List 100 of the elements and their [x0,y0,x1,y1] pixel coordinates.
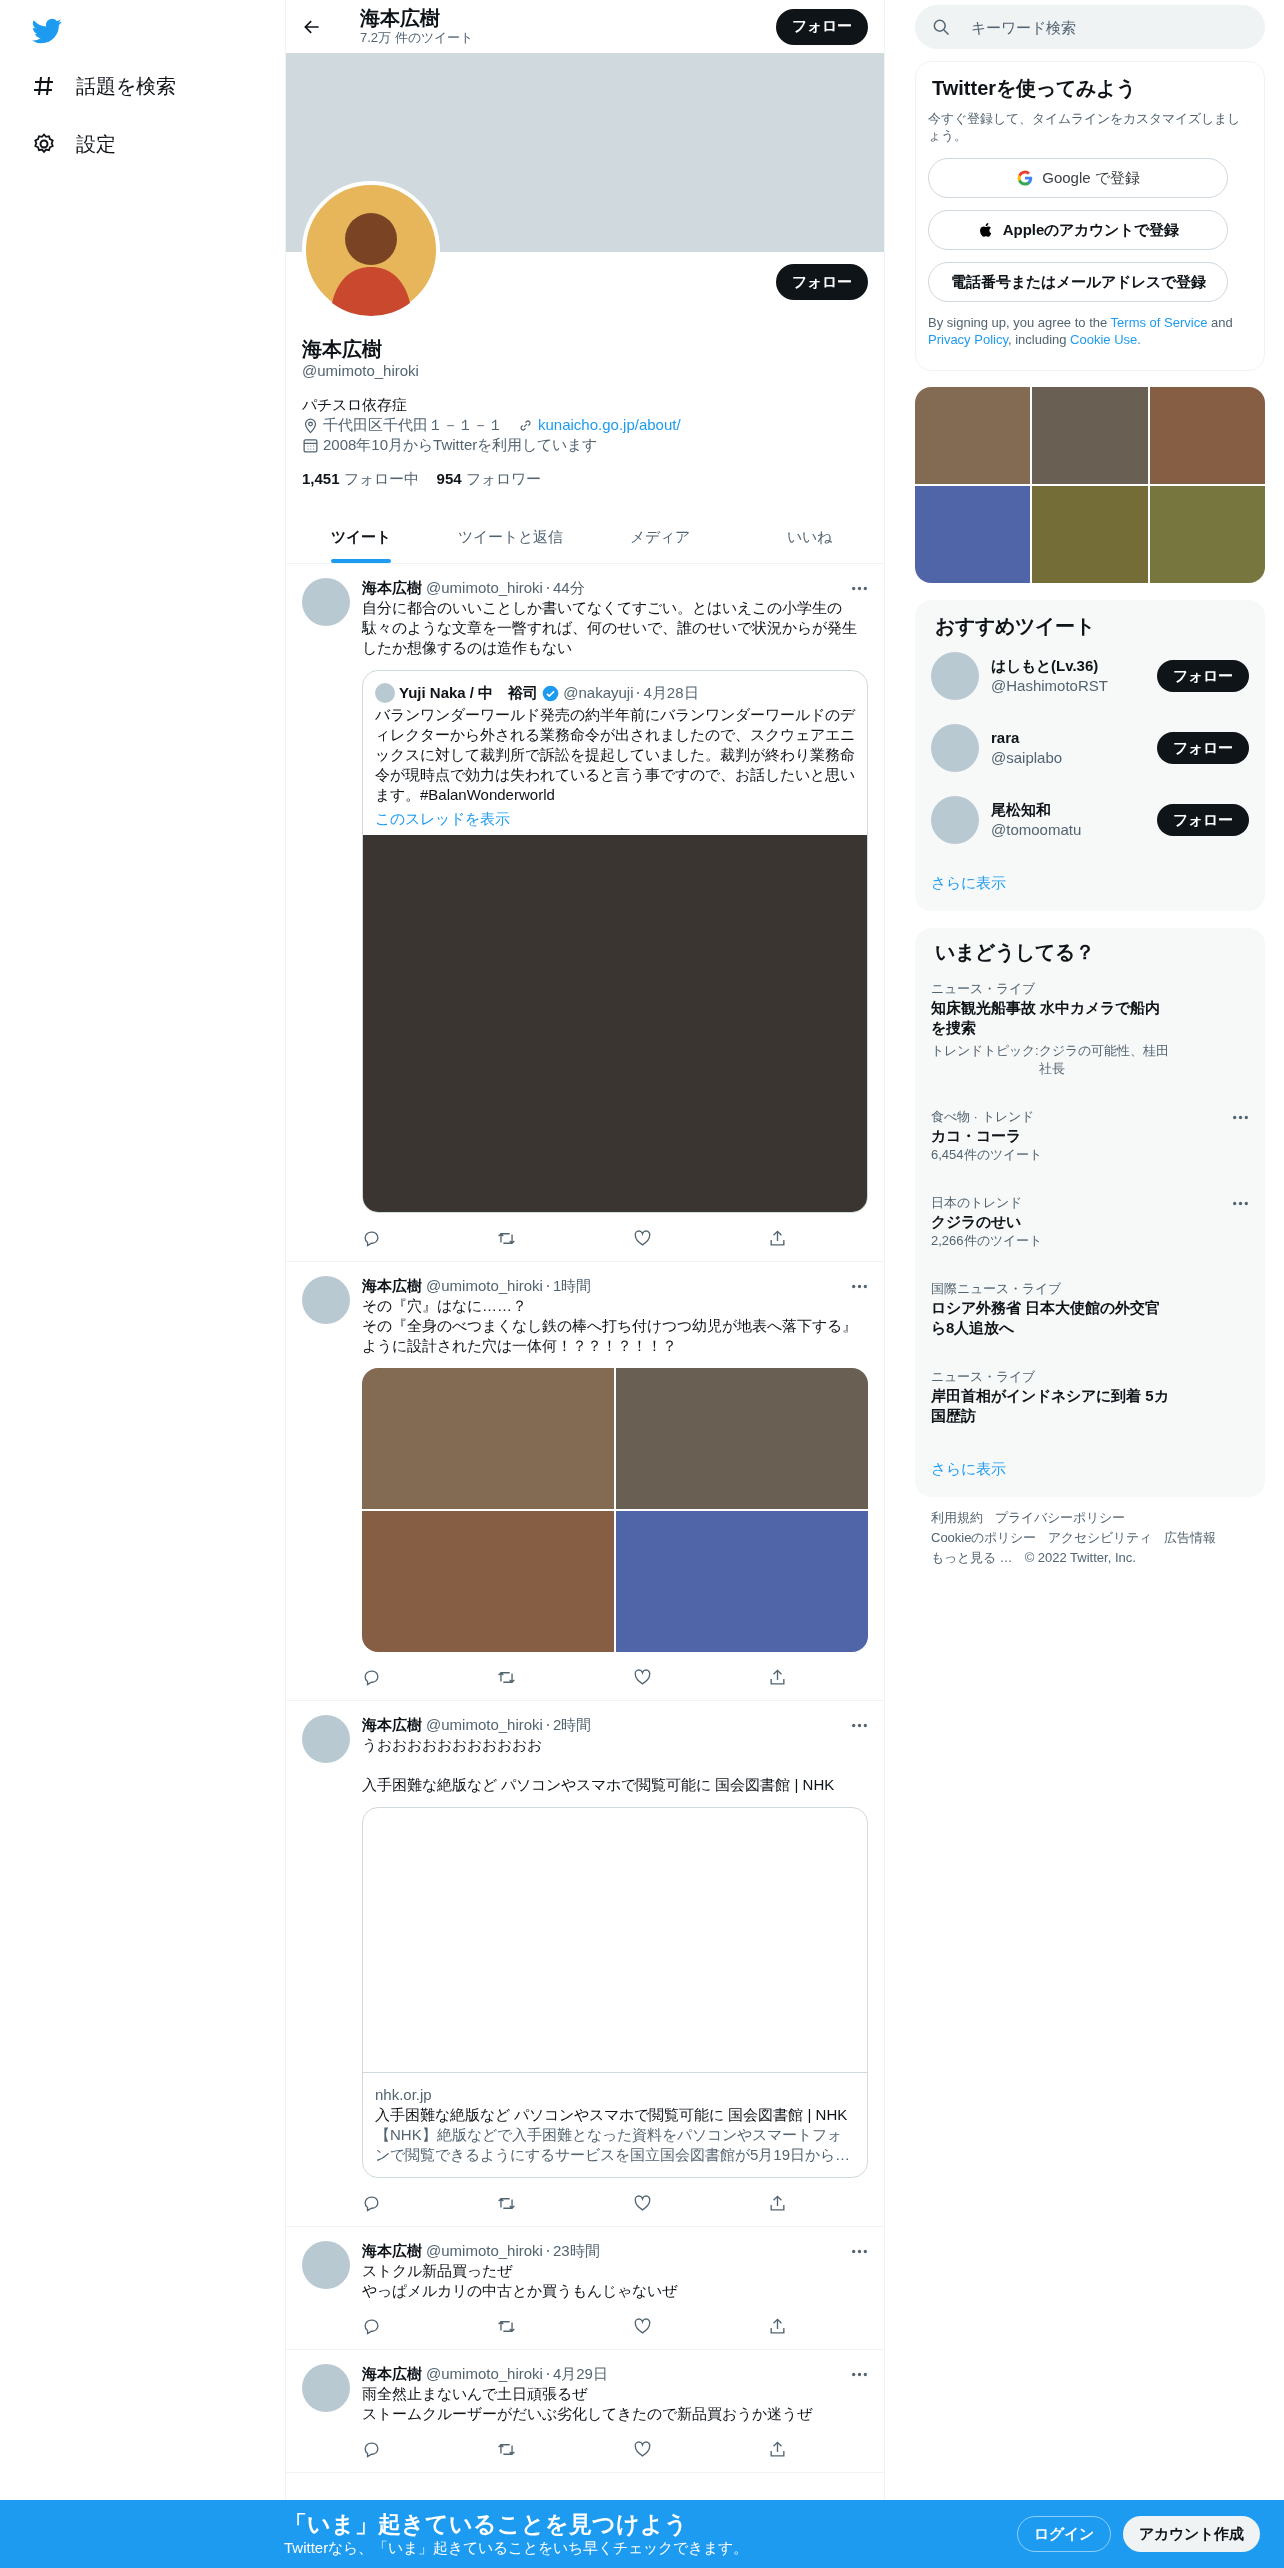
heart-icon[interactable] [632,1229,652,1248]
profile-tab[interactable]: ツイートと返信 [435,511,585,563]
section-title: おすすめツイート [934,614,1096,639]
tweet-text: ストームクルーザーがだいぶ劣化してきたので新品買おうか迷うぜ [362,2404,814,2424]
heart-icon[interactable] [632,1668,652,1687]
reply-icon[interactable] [362,2317,381,2336]
trend-title[interactable]: ロシア外務省 日本大使館の外交官ら8人追放へ [931,1298,1171,1338]
media-tile[interactable] [915,486,1031,583]
share-icon[interactable] [768,2440,787,2459]
photo-tile[interactable] [616,1368,868,1509]
photo-tile[interactable] [616,1511,868,1652]
followers-count[interactable]: 954 [436,469,462,489]
tweet-time[interactable]: 4月29日 [552,2364,608,2384]
media-tile[interactable] [915,387,1031,484]
more-icon[interactable] [851,585,868,591]
author-name[interactable]: 海本広樹 [362,578,422,598]
follow-button[interactable]: フォロー [1157,660,1249,692]
share-icon[interactable] [768,2317,787,2336]
profile-tab[interactable]: いいね [734,511,884,563]
reply-icon[interactable] [362,1229,381,1248]
profile-tab[interactable]: メディア [585,511,735,563]
user-name[interactable]: はしもと(Lv.36) [991,656,1145,676]
reply-icon[interactable] [362,2194,381,2213]
hashtag-icon[interactable] [32,74,56,98]
more-icon[interactable] [851,1283,868,1289]
trend-topics-label: トレンドトピック: [931,1042,1039,1060]
signup-button[interactable]: アカウント作成 [1123,2516,1260,2552]
media-tile[interactable] [1149,486,1265,583]
followers-label: フォロワー [465,469,541,489]
user-handle[interactable]: @tomoomatu [991,820,1145,840]
follow-button[interactable]: フォロー [776,264,868,300]
tweet-text: やっぱメルカリの中古とか買うもんじゃないぜ [362,2281,679,2301]
share-icon[interactable] [768,1229,787,1248]
author-handle[interactable]: @umimoto_hiroki [426,1715,543,1735]
reply-icon[interactable] [362,2440,381,2459]
user-name[interactable]: rara [991,728,1145,748]
settings-icon[interactable] [32,132,56,156]
header-title: 海本広樹 [360,6,441,29]
nav-item[interactable]: 設定 [32,126,116,162]
author-handle[interactable]: @umimoto_hiroki [426,2241,543,2261]
more-icon[interactable] [851,1722,868,1728]
photo-tile[interactable] [362,1368,614,1509]
signup-button[interactable]: 電話番号またはメールアドレスで登録 [928,262,1228,302]
more-icon[interactable] [1232,1201,1249,1206]
tweet-time[interactable]: 1時間 [552,1276,592,1296]
author-handle[interactable]: @umimoto_hiroki [426,578,543,598]
card-domain: nhk.or.jp [375,2085,433,2105]
nav-item[interactable]: 話題を検索 [32,68,176,104]
video-thumbnail[interactable] [363,835,867,1212]
tweet-time[interactable]: 44分 [552,578,585,598]
user-name[interactable]: 尾松知和 [991,800,1145,820]
heart-icon[interactable] [632,2194,652,2213]
footer-link[interactable]: もっと見る … [931,1549,1013,1567]
tweet-time[interactable]: 23時間 [552,2241,600,2261]
author-name[interactable]: 海本広樹 [362,2241,422,2261]
photo-tile[interactable] [362,1511,614,1652]
quoted-author-name: Yuji Naka / 中 裕司 [399,683,539,703]
media-tile[interactable] [1032,486,1148,583]
bird-logo-icon[interactable] [32,16,62,46]
follow-button[interactable]: フォロー [1157,732,1249,764]
author-handle[interactable]: @umimoto_hiroki [426,1276,543,1296]
author-name[interactable]: 海本広樹 [362,1715,422,1735]
user-handle[interactable]: @saiplabo [991,748,1145,768]
author-name[interactable]: 海本広樹 [362,1276,422,1296]
heart-icon[interactable] [632,2317,652,2336]
share-icon[interactable] [768,1668,787,1687]
more-icon[interactable] [851,2371,868,2377]
more-icon[interactable] [851,2248,868,2254]
author-name[interactable]: 海本広樹 [362,2364,422,2384]
avatar[interactable] [302,181,440,319]
trend-title[interactable]: 岸田首相がインドネシアに到着 5カ国歴訪 [931,1386,1171,1426]
following-count[interactable]: 1,451 [302,469,340,489]
heart-icon[interactable] [632,2440,652,2459]
footer-link[interactable]: 利用規約 [931,1509,983,1527]
signup-button[interactable]: Google で登録 [928,158,1228,198]
follow-button[interactable]: フォロー [776,8,868,45]
trend-context: ニュース・ライブ [931,980,1036,998]
g-logo-icon [1016,169,1035,187]
profile-name: 海本広樹 [302,337,383,361]
trend-title[interactable]: クジラのせい [931,1212,1171,1232]
tweet-time[interactable]: 2時間 [552,1715,592,1735]
topic-link[interactable]: クジラの可能性、桂田社長 [1038,1042,1171,1078]
reply-icon[interactable] [362,1668,381,1687]
profile-tab[interactable]: ツイート [286,511,436,563]
author-handle[interactable]: @umimoto_hiroki [426,2364,543,2384]
footer-link[interactable]: アクセシビリティ [1048,1529,1153,1547]
footer-link[interactable]: Cookieのポリシー [931,1529,1037,1547]
follow-button[interactable]: フォロー [1157,804,1249,836]
signup-button[interactable]: Appleのアカウントで登録 [928,210,1228,250]
media-tile[interactable] [1149,387,1265,484]
trend-title[interactable]: カコ・コーラ [931,1126,1171,1146]
share-icon[interactable] [768,2194,787,2213]
media-tile[interactable] [1032,387,1148,484]
search-field[interactable]: キーワード検索 [915,5,1265,49]
footer-link[interactable]: プライバシーポリシー [995,1509,1125,1527]
footer-link[interactable]: 広告情報 [1164,1529,1217,1547]
trend-title[interactable]: 知床観光船事故 水中カメラで船内を捜索 [931,998,1171,1038]
link-card[interactable]: nhk.or.jp 入手困難な絶版など パソコンやスマホで閲覧可能に 国会図書館 | NHK 【NHK】絶版などで入手困難となった資料をパソコンやスマートフォンで閲覧できるようにするサービスを国立国会図書館が5月19日から… [362,1807,868,2178]
user-handle[interactable]: @HashimotoRST [991,676,1145,696]
more-icon[interactable] [1232,1115,1249,1120]
